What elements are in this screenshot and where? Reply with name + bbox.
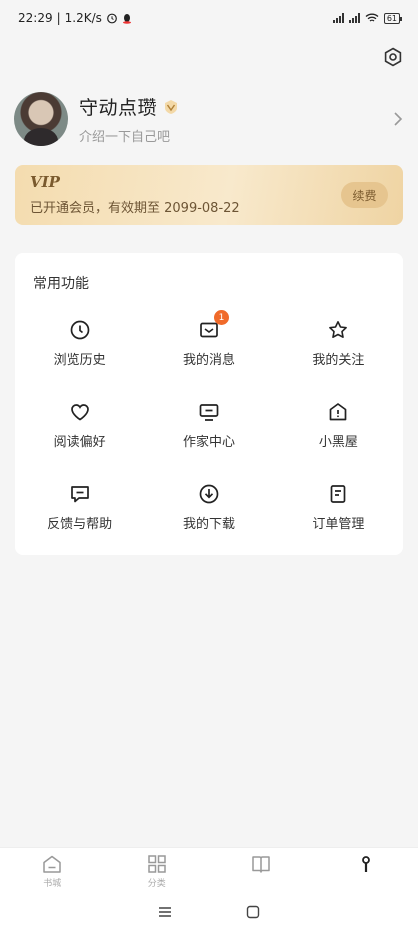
vip-title: VIP	[30, 173, 60, 191]
battery-icon: 61	[383, 12, 403, 24]
nav-bookshelf[interactable]	[231, 853, 291, 876]
system-nav-bar	[0, 891, 418, 932]
profile-icon	[361, 856, 370, 872]
status-time: 22:29	[18, 11, 53, 25]
status-left: 22:29 | 1.2K/s	[18, 11, 132, 25]
avatar[interactable]	[14, 92, 68, 146]
common-functions-card: 常用功能 浏览历史 1 我的消息 我的关注 阅读偏好 作家中心 小黑屋 反馈与帮…	[15, 253, 403, 555]
renew-button[interactable]: 续费	[341, 182, 388, 208]
monitor-icon	[199, 404, 219, 421]
function-grid: 浏览历史 1 我的消息 我的关注 阅读偏好 作家中心 小黑屋 反馈与帮助 我的下…	[15, 310, 403, 532]
book-icon	[252, 856, 270, 873]
vip-card[interactable]: VIP 已开通会员，有效期至 2099-08-22 续费	[15, 165, 403, 225]
status-bar: 22:29 | 1.2K/s 61	[0, 0, 418, 36]
menu-icon[interactable]	[158, 906, 172, 918]
my-follows-button[interactable]: 我的关注	[274, 319, 403, 368]
alarm-icon	[106, 13, 117, 24]
status-right: 61	[332, 12, 403, 24]
writer-center-button[interactable]: 作家中心	[144, 401, 273, 450]
profile-text: 守动点瓒 介绍一下自己吧	[79, 93, 392, 145]
settings-gear-icon[interactable]	[382, 46, 404, 68]
grid-icon	[148, 855, 166, 873]
bottom-nav: 书城 分类	[0, 847, 418, 891]
network-speed: 1.2K/s	[64, 11, 102, 25]
profile-header[interactable]: 守动点瓒 介绍一下自己吧	[14, 90, 404, 148]
order-management-button[interactable]: 订单管理	[274, 483, 403, 532]
my-messages-button[interactable]: 1 我的消息	[144, 310, 273, 368]
reading-preference-button[interactable]: 阅读偏好	[15, 401, 144, 450]
dark-room-button[interactable]: 小黑屋	[274, 401, 403, 450]
vip-crown-icon	[165, 99, 178, 114]
unread-badge: 1	[213, 310, 229, 325]
user-bio: 介绍一下自己吧	[79, 130, 171, 145]
star-icon	[329, 321, 348, 338]
signal-icon-2	[348, 13, 360, 23]
nav-category[interactable]: 分类	[127, 853, 187, 889]
wifi-icon	[365, 13, 379, 22]
signal-icon	[332, 13, 344, 23]
home-square-icon[interactable]	[246, 905, 260, 919]
my-downloads-button[interactable]: 我的下载	[144, 483, 273, 532]
nav-profile[interactable]	[336, 853, 396, 876]
section-title: 常用功能	[33, 276, 89, 292]
document-icon	[330, 485, 346, 503]
clock-icon	[70, 320, 90, 340]
heart-icon	[70, 404, 89, 421]
browse-history-button[interactable]: 浏览历史	[15, 319, 144, 368]
house-icon	[329, 403, 347, 421]
user-name: 守动点瓒	[79, 97, 158, 119]
chevron-right-icon	[394, 112, 403, 126]
feedback-help-button[interactable]: 反馈与帮助	[15, 483, 144, 532]
nav-bookstore[interactable]: 书城	[22, 853, 82, 889]
feedback-icon	[70, 486, 89, 503]
vip-expiry: 已开通会员，有效期至 2099-08-22	[30, 201, 240, 216]
bookstore-icon	[43, 855, 61, 873]
qq-icon	[122, 13, 131, 24]
download-icon	[199, 484, 219, 504]
